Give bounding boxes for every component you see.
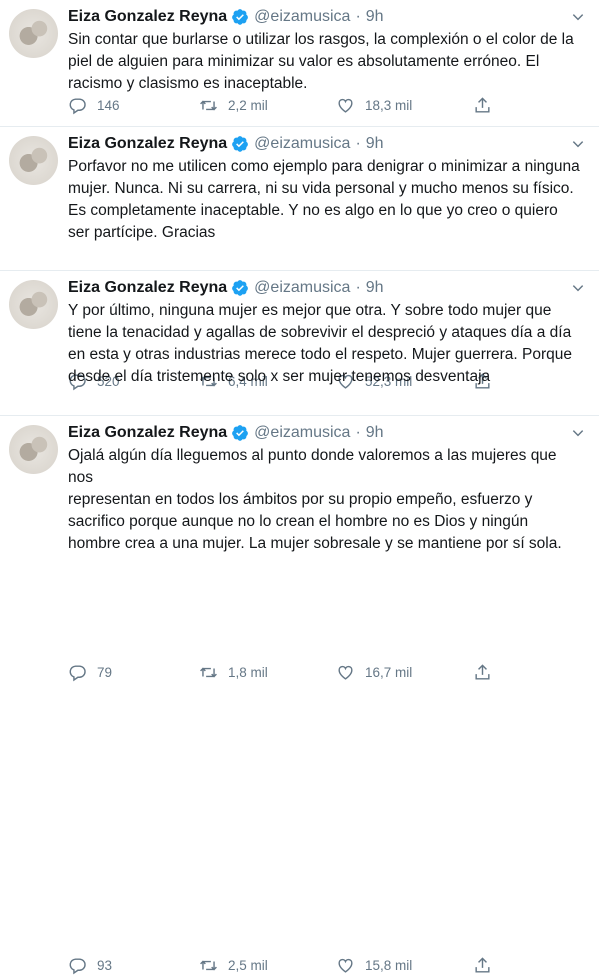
retweet-icon (200, 100, 217, 110)
timestamp[interactable]: 9h (366, 135, 384, 153)
reply-icon (69, 664, 86, 681)
verified-badge-icon (232, 136, 249, 152)
separator: · (355, 424, 361, 441)
author-name[interactable]: Eiza Gonzalez Reyna (68, 424, 227, 442)
like-count: 15,8 mil (365, 957, 413, 973)
separator: · (355, 279, 361, 296)
retweet-button[interactable]: 2,2 mil (199, 96, 268, 115)
like-button[interactable]: 15,8 mil (336, 956, 412, 975)
reply-icon (69, 957, 86, 974)
reply-button[interactable]: 146 (68, 96, 120, 115)
author-name[interactable]: Eiza Gonzalez Reyna (68, 8, 227, 26)
reply-count: 93 (97, 957, 113, 973)
tweet-text: Porfavor no me utilicen como ejemplo par… (68, 158, 580, 241)
share-button[interactable] (473, 956, 492, 975)
separator: · (355, 8, 361, 25)
avatar[interactable] (9, 425, 58, 474)
share-icon (475, 956, 490, 973)
tweet[interactable]: Eiza Gonzalez Reyna @eizamusica · 9h Y p… (0, 271, 599, 681)
timestamp[interactable]: 9h (366, 279, 384, 297)
timestamp[interactable]: 9h (366, 8, 384, 26)
share-icon (475, 96, 490, 113)
chevron-down-icon[interactable] (571, 281, 585, 295)
separator: · (355, 135, 361, 152)
tweet-text: Y por último, ninguna mujer es mejor que… (68, 302, 573, 385)
tweet-header: Eiza Gonzalez Reyna @eizamusica · 9h (68, 6, 559, 28)
reply-button[interactable]: 79 (68, 663, 112, 682)
verified-badge-icon (232, 9, 249, 25)
tweet-actions: 146 2,2 mil 18,3 mil (68, 94, 508, 116)
reply-icon (69, 97, 86, 114)
author-handle[interactable]: @eizamusica (254, 135, 350, 153)
tweet-header: Eiza Gonzalez Reyna @eizamusica · 9h (68, 422, 559, 444)
share-button[interactable] (473, 663, 492, 682)
tweet[interactable]: Eiza Gonzalez Reyna @eizamusica · 9h Sin… (0, 0, 599, 127)
tweet-actions: 79 1,8 mil 16,7 mil (68, 661, 508, 683)
author-name[interactable]: Eiza Gonzalez Reyna (68, 279, 227, 297)
tweet-header: Eiza Gonzalez Reyna @eizamusica · 9h (68, 133, 559, 155)
tweet-header: Eiza Gonzalez Reyna @eizamusica · 9h (68, 277, 559, 299)
reply-count: 79 (97, 664, 113, 680)
reply-button[interactable]: 93 (68, 956, 112, 975)
author-handle[interactable]: @eizamusica (254, 8, 350, 26)
like-button[interactable]: 18,3 mil (336, 96, 412, 115)
timestamp[interactable]: 9h (366, 424, 384, 442)
avatar[interactable] (9, 280, 58, 329)
author-name[interactable]: Eiza Gonzalez Reyna (68, 135, 227, 153)
tweet-text: Ojalá algún día lleguemos al punto donde… (68, 447, 562, 552)
heart-icon (338, 665, 353, 680)
avatar[interactable] (9, 136, 58, 185)
like-button[interactable]: 16,7 mil (336, 663, 412, 682)
like-count: 16,7 mil (365, 664, 413, 680)
like-count: 18,3 mil (365, 97, 413, 113)
avatar[interactable] (9, 9, 58, 58)
author-handle[interactable]: @eizamusica (254, 424, 350, 442)
chevron-down-icon[interactable] (571, 426, 585, 440)
verified-badge-icon (232, 425, 249, 441)
heart-icon (338, 98, 353, 113)
retweet-icon (200, 960, 217, 970)
tweet[interactable]: Eiza Gonzalez Reyna @eizamusica · 9h Por… (0, 127, 599, 390)
retweet-count: 1,8 mil (228, 664, 268, 680)
share-button[interactable] (473, 96, 492, 115)
retweet-icon (200, 667, 217, 677)
tweet-actions: 93 2,5 mil 15,8 mil (68, 954, 508, 976)
tweet-text: Sin contar que burlarse o utilizar los r… (68, 31, 574, 92)
author-handle[interactable]: @eizamusica (254, 279, 350, 297)
retweet-count: 2,5 mil (228, 957, 268, 973)
share-icon (475, 663, 490, 680)
retweet-button[interactable]: 1,8 mil (199, 663, 268, 682)
chevron-down-icon[interactable] (571, 10, 585, 24)
retweet-button[interactable]: 2,5 mil (199, 956, 268, 975)
tweet[interactable]: Eiza Gonzalez Reyna @eizamusica · 9h Oja… (0, 416, 599, 974)
retweet-count: 2,2 mil (228, 97, 268, 113)
chevron-down-icon[interactable] (571, 137, 585, 151)
reply-count: 146 (97, 97, 120, 113)
heart-icon (338, 958, 353, 973)
verified-badge-icon (232, 280, 249, 296)
